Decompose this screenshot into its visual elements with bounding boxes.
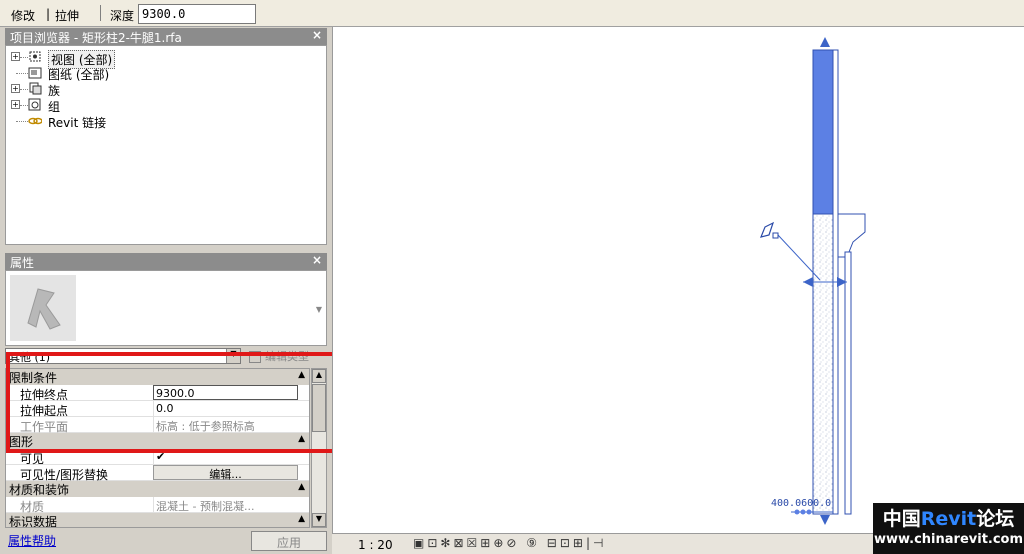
extrusion-mode-label: 拉伸 [55,9,80,23]
views-icon [29,51,41,62]
separator [100,5,101,21]
modify-tab-label[interactable]: 修改 [11,7,35,24]
groups-icon [28,98,41,111]
drawing-canvas[interactable]: 400.0600.0 [332,27,1024,533]
depth-input[interactable]: 9300.0 [138,4,256,24]
families-icon [29,82,42,95]
row-visibility-override: 可见性/图形替换 编辑... [6,465,309,482]
tree-item-families[interactable]: + 族 [6,81,126,98]
top-arrow-icon [820,37,830,47]
watermark-logo: 中国Revit论坛 www.chinarevit.com [873,503,1024,554]
expand-icon[interactable]: + [11,52,20,61]
chevron-down-icon[interactable]: ▼ [316,305,322,314]
material-value[interactable]: 混凝土 - 预制混凝... [153,497,298,513]
project-browser-tree: + 视图 (全部) 图纸 (全部) + 族 + 组 Revit 链接 [5,45,327,245]
tree-item-sheets[interactable]: 图纸 (全部) [6,65,126,82]
properties-help-link[interactable]: 属性帮助 [8,532,56,549]
section-identity[interactable]: 标识数据 ▲ [6,513,309,528]
watermark-suffix: 论坛 [976,508,1015,530]
project-browser-titlebar: 项目浏览器 - 矩形柱2-牛腿1.rfa × [5,28,327,45]
close-icon[interactable]: × [312,253,322,267]
tree-connector [20,89,28,90]
expand-icon[interactable]: + [11,84,20,93]
column-elevation-drawing [760,37,866,525]
row-material: 材质 混凝土 - 预制混凝... [6,497,309,514]
bottom-arrow-icon [820,515,830,525]
section-materials[interactable]: 材质和装饰 ▲ [6,481,309,497]
watermark-url: www.chinarevit.com [873,532,1024,547]
divider-glyph: | [46,7,51,21]
watermark-prefix: 中国 [882,508,921,530]
corbel [837,213,866,258]
tree-item-revit-links[interactable]: Revit 链接 [6,113,126,130]
watermark-revit: Revit [920,508,977,530]
apply-button[interactable]: 应用 [251,531,327,551]
highlight-annotation [6,352,356,453]
type-preview: ▼ [5,270,327,346]
view-control-icons[interactable]: ▣⊡✻⊠☒⊞⊕⊘ ⑨ ⊟⊡⊞|⊣ [413,536,683,551]
view-scale[interactable]: 1 : 20 [358,538,393,552]
work-plane-icon [760,221,779,239]
corbel-right-face [844,251,852,515]
tree-connector [20,105,28,106]
section-label: 材质和装饰 [9,483,70,497]
context-options-bar: 修改 | 拉伸 深度 9300.0 [0,0,1024,27]
dimension-label[interactable]: 400.0600.0 [771,498,831,509]
sheets-icon [28,67,42,79]
watermark-title: 中国Revit论坛 [873,504,1024,531]
tree-connector [16,73,28,74]
scroll-down-icon[interactable]: ▼ [312,513,326,527]
edit-visibility-button[interactable]: 编辑... [153,465,298,481]
project-browser-title: 项目浏览器 - 矩形柱2-牛腿1.rfa [10,31,182,45]
tree-connector [16,121,28,122]
tree-item-groups[interactable]: + 组 [6,97,126,114]
tree-item-views[interactable]: + 视图 (全部) [6,49,126,69]
collapse-icon[interactable]: ▲ [298,514,305,524]
revit-link-icon [28,117,42,125]
depth-label: 深度 [110,9,135,23]
tree-connector [20,57,28,58]
properties-titlebar: 属性 × [5,253,327,270]
tree-item-label: Revit 链接 [48,116,107,130]
section-label: 标识数据 [9,515,58,528]
close-icon[interactable]: × [312,28,322,42]
family-preview-icon [10,275,76,341]
column-extrusion-selected [812,49,834,215]
collapse-icon[interactable]: ▲ [298,482,305,492]
column-concrete [812,213,834,515]
expand-icon[interactable]: + [11,100,20,109]
properties-title: 属性 [10,256,35,270]
